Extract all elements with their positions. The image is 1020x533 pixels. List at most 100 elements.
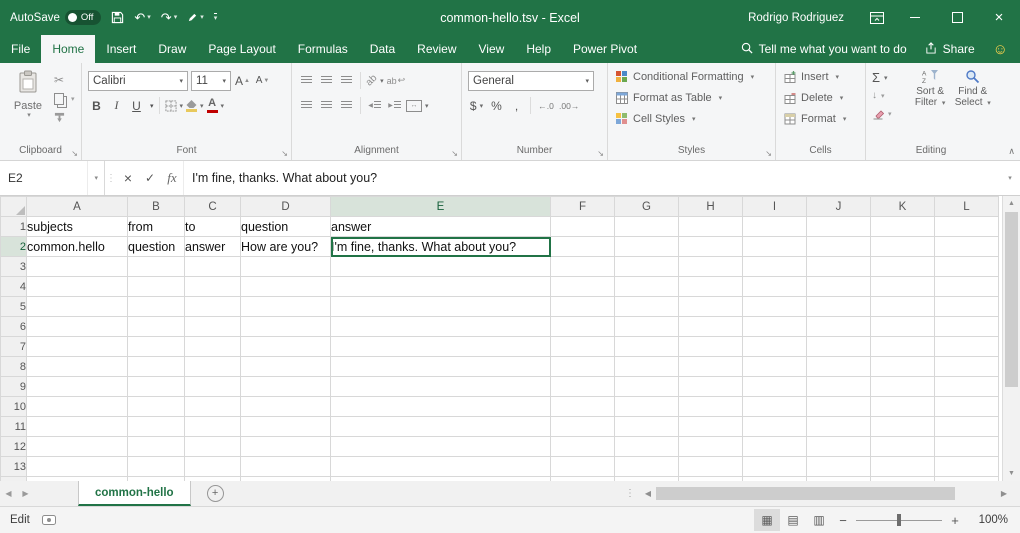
- column-header-F[interactable]: F: [551, 197, 615, 217]
- cell-J12[interactable]: [807, 437, 871, 457]
- cell-E3[interactable]: [331, 257, 551, 277]
- scroll-down-icon[interactable]: ▼: [1003, 466, 1020, 481]
- column-header-D[interactable]: D: [241, 197, 331, 217]
- copy-button[interactable]: ▾: [54, 91, 75, 106]
- cell-D13[interactable]: [241, 457, 331, 477]
- cell-K6[interactable]: [871, 317, 935, 337]
- cell-A11[interactable]: [27, 417, 128, 437]
- cell-C8[interactable]: [185, 357, 241, 377]
- cell-H11[interactable]: [679, 417, 743, 437]
- accounting-format-button[interactable]: $▾: [468, 96, 485, 116]
- cell-D8[interactable]: [241, 357, 331, 377]
- zoom-slider[interactable]: [856, 511, 942, 529]
- cell-B9[interactable]: [128, 377, 185, 397]
- decrease-decimal-button[interactable]: .00→: [559, 97, 579, 115]
- cell-I7[interactable]: [743, 337, 807, 357]
- font-size-combo[interactable]: 11▾: [191, 71, 231, 91]
- zoom-out-button[interactable]: −: [832, 513, 854, 528]
- increase-decimal-button[interactable]: ←.0: [536, 97, 556, 115]
- feedback-smiley-icon[interactable]: ☺: [993, 41, 1008, 58]
- cell-G9[interactable]: [615, 377, 679, 397]
- tab-draw[interactable]: Draw: [147, 35, 197, 63]
- row-header-2[interactable]: 2: [1, 237, 27, 257]
- number-format-combo[interactable]: General▾: [468, 71, 594, 91]
- cell-H1[interactable]: [679, 217, 743, 237]
- cell-C10[interactable]: [185, 397, 241, 417]
- cell-K13[interactable]: [871, 457, 935, 477]
- ribbon-display-options-icon[interactable]: [860, 12, 894, 24]
- tab-power-pivot[interactable]: Power Pivot: [562, 35, 648, 63]
- cell-C4[interactable]: [185, 277, 241, 297]
- cell-E6[interactable]: [331, 317, 551, 337]
- cell-C11[interactable]: [185, 417, 241, 437]
- undo-icon[interactable]: ↶▾: [134, 11, 150, 24]
- horizontal-scrollbar[interactable]: ◀ ▶: [640, 481, 1012, 506]
- cell-L4[interactable]: [935, 277, 999, 297]
- find-select-button[interactable]: Find & Select ▾: [953, 68, 992, 144]
- orientation-button[interactable]: ab▾: [366, 71, 384, 91]
- tell-me-box[interactable]: Tell me what you want to do: [741, 42, 907, 57]
- decrease-font-size-button[interactable]: A▼: [254, 71, 271, 91]
- cell-G1[interactable]: [615, 217, 679, 237]
- name-box[interactable]: E2 ▾: [0, 161, 105, 195]
- sheet-next-icon[interactable]: ▶: [17, 481, 34, 506]
- page-layout-view-button[interactable]: ▤: [780, 509, 806, 531]
- cell-K1[interactable]: [871, 217, 935, 237]
- cell-E1[interactable]: answer: [331, 217, 551, 237]
- cell-I11[interactable]: [743, 417, 807, 437]
- cell-I14[interactable]: [743, 477, 807, 482]
- cell-J14[interactable]: [807, 477, 871, 482]
- autosum-button[interactable]: Σ▾: [872, 70, 907, 85]
- cell-H5[interactable]: [679, 297, 743, 317]
- column-header-C[interactable]: C: [185, 197, 241, 217]
- cell-E7[interactable]: [331, 337, 551, 357]
- cell-A2[interactable]: common.hello: [27, 237, 128, 257]
- wrap-text-button[interactable]: ab↩: [387, 71, 406, 91]
- cell-G2[interactable]: [615, 237, 679, 257]
- cell-F12[interactable]: [551, 437, 615, 457]
- cell-A10[interactable]: [27, 397, 128, 417]
- cell-F6[interactable]: [551, 317, 615, 337]
- align-bottom-button[interactable]: [338, 71, 355, 91]
- redo-icon[interactable]: ↷▾: [161, 11, 177, 24]
- cell-C5[interactable]: [185, 297, 241, 317]
- align-top-button[interactable]: [298, 71, 315, 91]
- user-name[interactable]: Rodrigo Rodriguez: [748, 12, 844, 24]
- cell-K9[interactable]: [871, 377, 935, 397]
- cell-J6[interactable]: [807, 317, 871, 337]
- cell-E2[interactable]: I'm fine, thanks. What about you?: [331, 237, 551, 257]
- percent-style-button[interactable]: %: [488, 96, 505, 116]
- close-button[interactable]: ×: [978, 0, 1020, 35]
- font-name-combo[interactable]: Calibri▾: [88, 71, 188, 91]
- scroll-up-icon[interactable]: ▲: [1003, 196, 1020, 211]
- cell-D3[interactable]: [241, 257, 331, 277]
- cell-I4[interactable]: [743, 277, 807, 297]
- cell-J11[interactable]: [807, 417, 871, 437]
- cell-D12[interactable]: [241, 437, 331, 457]
- cancel-button[interactable]: ×: [117, 161, 139, 195]
- select-all-corner[interactable]: [1, 197, 27, 217]
- cell-F4[interactable]: [551, 277, 615, 297]
- zoom-in-button[interactable]: +: [944, 513, 966, 528]
- cell-K2[interactable]: [871, 237, 935, 257]
- cell-G12[interactable]: [615, 437, 679, 457]
- cell-B10[interactable]: [128, 397, 185, 417]
- cell-H4[interactable]: [679, 277, 743, 297]
- scroll-left-icon[interactable]: ◀: [640, 481, 656, 506]
- cell-J4[interactable]: [807, 277, 871, 297]
- column-header-A[interactable]: A: [27, 197, 128, 217]
- decrease-indent-button[interactable]: ◀: [366, 96, 383, 116]
- cell-B12[interactable]: [128, 437, 185, 457]
- cell-E5[interactable]: [331, 297, 551, 317]
- italic-button[interactable]: I: [108, 96, 125, 116]
- cell-H7[interactable]: [679, 337, 743, 357]
- clipboard-dialog-launcher[interactable]: ↘: [71, 150, 78, 158]
- tab-formulas[interactable]: Formulas: [287, 35, 359, 63]
- tab-view[interactable]: View: [468, 35, 516, 63]
- cell-F13[interactable]: [551, 457, 615, 477]
- format-painter-button[interactable]: [54, 110, 75, 125]
- align-center-button[interactable]: [318, 96, 335, 116]
- cell-H9[interactable]: [679, 377, 743, 397]
- cell-H13[interactable]: [679, 457, 743, 477]
- cell-J3[interactable]: [807, 257, 871, 277]
